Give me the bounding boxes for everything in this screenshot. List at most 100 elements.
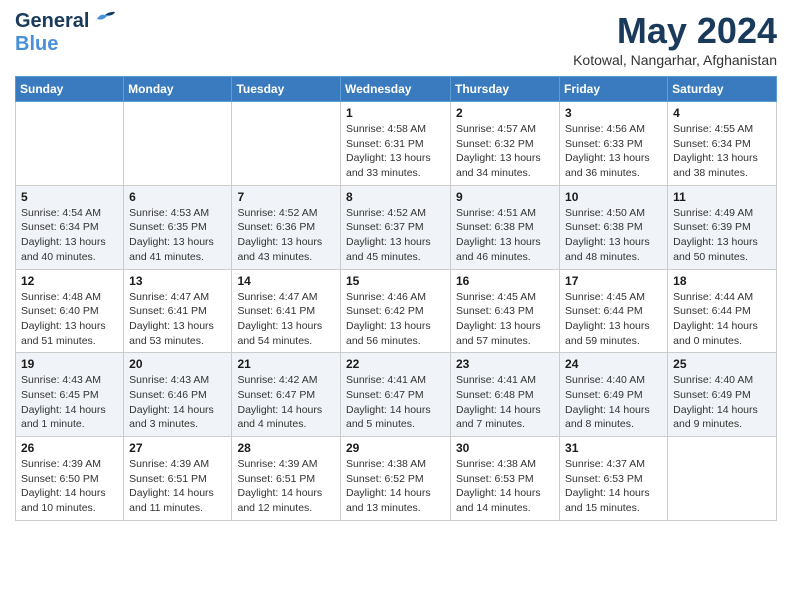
day-number: 1 <box>346 106 445 120</box>
day-number: 15 <box>346 274 445 288</box>
calendar-cell: 6 Sunrise: 4:53 AM Sunset: 6:35 PM Daylig… <box>124 185 232 269</box>
day-info: Sunrise: 4:41 AM Sunset: 6:48 PM Dayligh… <box>456 373 554 432</box>
day-info: Sunrise: 4:41 AM Sunset: 6:47 PM Dayligh… <box>346 373 445 432</box>
logo-bird-icon <box>93 9 115 27</box>
day-number: 30 <box>456 441 554 455</box>
calendar-cell: 11 Sunrise: 4:49 AM Sunset: 6:39 PM Dayli… <box>668 185 777 269</box>
calendar-cell: 28Sunrise: 4:39 AM Sunset: 6:51 PM Dayli… <box>232 437 341 521</box>
calendar-cell: 30 Sunrise: 4:38 AM Sunset: 6:53 PM Dayli… <box>451 437 560 521</box>
day-info: Sunrise: 4:43 AM Sunset: 6:46 PM Dayligh… <box>129 373 226 432</box>
calendar-week-row: 12 Sunrise: 4:48 AM Sunset: 6:40 PM Dayli… <box>16 269 777 353</box>
calendar-cell: 1Sunrise: 4:58 AM Sunset: 6:31 PM Daylig… <box>341 102 451 186</box>
calendar-cell: 18 Sunrise: 4:44 AM Sunset: 6:44 PM Dayli… <box>668 269 777 353</box>
calendar-cell: 9 Sunrise: 4:51 AM Sunset: 6:38 PM Daylig… <box>451 185 560 269</box>
day-number: 5 <box>21 190 118 204</box>
logo-general-text: General <box>15 10 89 33</box>
calendar-cell: 16 Sunrise: 4:45 AM Sunset: 6:43 PM Dayli… <box>451 269 560 353</box>
day-number: 11 <box>673 190 771 204</box>
weekday-header-friday: Friday <box>560 77 668 102</box>
day-info: Sunrise: 4:56 AM Sunset: 6:33 PM Dayligh… <box>565 122 662 181</box>
calendar-cell: 8 Sunrise: 4:52 AM Sunset: 6:37 PM Daylig… <box>341 185 451 269</box>
day-number: 7 <box>237 190 335 204</box>
day-number: 14 <box>237 274 335 288</box>
calendar-week-row: 1Sunrise: 4:58 AM Sunset: 6:31 PM Daylig… <box>16 102 777 186</box>
day-number: 12 <box>21 274 118 288</box>
day-number: 6 <box>129 190 226 204</box>
weekday-header-sunday: Sunday <box>16 77 124 102</box>
day-number: 9 <box>456 190 554 204</box>
calendar-cell: 17 Sunrise: 4:45 AM Sunset: 6:44 PM Dayli… <box>560 269 668 353</box>
calendar-cell: 5 Sunrise: 4:54 AM Sunset: 6:34 PM Daylig… <box>16 185 124 269</box>
calendar-cell: 21 Sunrise: 4:42 AM Sunset: 6:47 PM Dayli… <box>232 353 341 437</box>
day-number: 20 <box>129 357 226 371</box>
calendar-cell: 14 Sunrise: 4:47 AM Sunset: 6:41 PM Dayli… <box>232 269 341 353</box>
calendar-cell: 7 Sunrise: 4:52 AM Sunset: 6:36 PM Daylig… <box>232 185 341 269</box>
day-info: Sunrise: 4:45 AM Sunset: 6:43 PM Dayligh… <box>456 290 554 349</box>
day-info: Sunrise: 4:51 AM Sunset: 6:38 PM Dayligh… <box>456 206 554 265</box>
day-info: Sunrise: 4:45 AM Sunset: 6:44 PM Dayligh… <box>565 290 662 349</box>
day-number: 21 <box>237 357 335 371</box>
calendar-cell: 4 Sunrise: 4:55 AM Sunset: 6:34 PM Daylig… <box>668 102 777 186</box>
day-number: 3 <box>565 106 662 120</box>
day-number: 26 <box>21 441 118 455</box>
month-year-title: May 2024 <box>573 10 777 52</box>
weekday-header-saturday: Saturday <box>668 77 777 102</box>
weekday-header-thursday: Thursday <box>451 77 560 102</box>
day-info: Sunrise: 4:40 AM Sunset: 6:49 PM Dayligh… <box>673 373 771 432</box>
day-number: 18 <box>673 274 771 288</box>
day-info: Sunrise: 4:54 AM Sunset: 6:34 PM Dayligh… <box>21 206 118 265</box>
page-header: General Blue May 2024 Kotowal, Nangarhar… <box>15 10 777 68</box>
day-number: 25 <box>673 357 771 371</box>
day-info: Sunrise: 4:49 AM Sunset: 6:39 PM Dayligh… <box>673 206 771 265</box>
calendar-week-row: 26 Sunrise: 4:39 AM Sunset: 6:50 PM Dayli… <box>16 437 777 521</box>
calendar-cell: 12 Sunrise: 4:48 AM Sunset: 6:40 PM Dayli… <box>16 269 124 353</box>
day-info: Sunrise: 4:39 AM Sunset: 6:51 PM Dayligh… <box>129 457 226 516</box>
calendar-cell: 23 Sunrise: 4:41 AM Sunset: 6:48 PM Dayli… <box>451 353 560 437</box>
logo: General Blue <box>15 10 115 56</box>
day-number: 17 <box>565 274 662 288</box>
day-info: Sunrise: 4:38 AM Sunset: 6:52 PM Dayligh… <box>346 457 445 516</box>
day-info: Sunrise: 4:47 AM Sunset: 6:41 PM Dayligh… <box>129 290 226 349</box>
day-number: 8 <box>346 190 445 204</box>
day-number: 16 <box>456 274 554 288</box>
day-number: 4 <box>673 106 771 120</box>
title-block: May 2024 Kotowal, Nangarhar, Afghanistan <box>573 10 777 68</box>
day-info: Sunrise: 4:52 AM Sunset: 6:37 PM Dayligh… <box>346 206 445 265</box>
day-info: Sunrise: 4:47 AM Sunset: 6:41 PM Dayligh… <box>237 290 335 349</box>
calendar-cell: 19Sunrise: 4:43 AM Sunset: 6:45 PM Dayli… <box>16 353 124 437</box>
day-number: 23 <box>456 357 554 371</box>
weekday-header-wednesday: Wednesday <box>341 77 451 102</box>
day-number: 27 <box>129 441 226 455</box>
day-info: Sunrise: 4:42 AM Sunset: 6:47 PM Dayligh… <box>237 373 335 432</box>
weekday-header-tuesday: Tuesday <box>232 77 341 102</box>
calendar-cell <box>668 437 777 521</box>
day-info: Sunrise: 4:57 AM Sunset: 6:32 PM Dayligh… <box>456 122 554 181</box>
day-number: 19 <box>21 357 118 371</box>
calendar-cell: 24Sunrise: 4:40 AM Sunset: 6:49 PM Dayli… <box>560 353 668 437</box>
day-info: Sunrise: 4:38 AM Sunset: 6:53 PM Dayligh… <box>456 457 554 516</box>
day-info: Sunrise: 4:44 AM Sunset: 6:44 PM Dayligh… <box>673 290 771 349</box>
calendar-cell: 13 Sunrise: 4:47 AM Sunset: 6:41 PM Dayli… <box>124 269 232 353</box>
day-info: Sunrise: 4:53 AM Sunset: 6:35 PM Dayligh… <box>129 206 226 265</box>
day-info: Sunrise: 4:55 AM Sunset: 6:34 PM Dayligh… <box>673 122 771 181</box>
day-info: Sunrise: 4:39 AM Sunset: 6:50 PM Dayligh… <box>21 457 118 516</box>
day-info: Sunrise: 4:48 AM Sunset: 6:40 PM Dayligh… <box>21 290 118 349</box>
day-number: 22 <box>346 357 445 371</box>
location-subtitle: Kotowal, Nangarhar, Afghanistan <box>573 52 777 68</box>
calendar-cell: 15Sunrise: 4:46 AM Sunset: 6:42 PM Dayli… <box>341 269 451 353</box>
day-info: Sunrise: 4:37 AM Sunset: 6:53 PM Dayligh… <box>565 457 662 516</box>
day-info: Sunrise: 4:52 AM Sunset: 6:36 PM Dayligh… <box>237 206 335 265</box>
calendar-cell: 22 Sunrise: 4:41 AM Sunset: 6:47 PM Dayli… <box>341 353 451 437</box>
day-info: Sunrise: 4:39 AM Sunset: 6:51 PM Dayligh… <box>237 457 335 516</box>
calendar-table: SundayMondayTuesdayWednesdayThursdayFrid… <box>15 76 777 521</box>
calendar-cell: 26 Sunrise: 4:39 AM Sunset: 6:50 PM Dayli… <box>16 437 124 521</box>
calendar-cell: 20 Sunrise: 4:43 AM Sunset: 6:46 PM Dayli… <box>124 353 232 437</box>
day-number: 10 <box>565 190 662 204</box>
calendar-cell <box>232 102 341 186</box>
calendar-week-row: 5 Sunrise: 4:54 AM Sunset: 6:34 PM Daylig… <box>16 185 777 269</box>
calendar-header-row: SundayMondayTuesdayWednesdayThursdayFrid… <box>16 77 777 102</box>
logo-blue-text: Blue <box>15 33 58 56</box>
day-number: 13 <box>129 274 226 288</box>
calendar-cell: 29 Sunrise: 4:38 AM Sunset: 6:52 PM Dayli… <box>341 437 451 521</box>
day-number: 29 <box>346 441 445 455</box>
